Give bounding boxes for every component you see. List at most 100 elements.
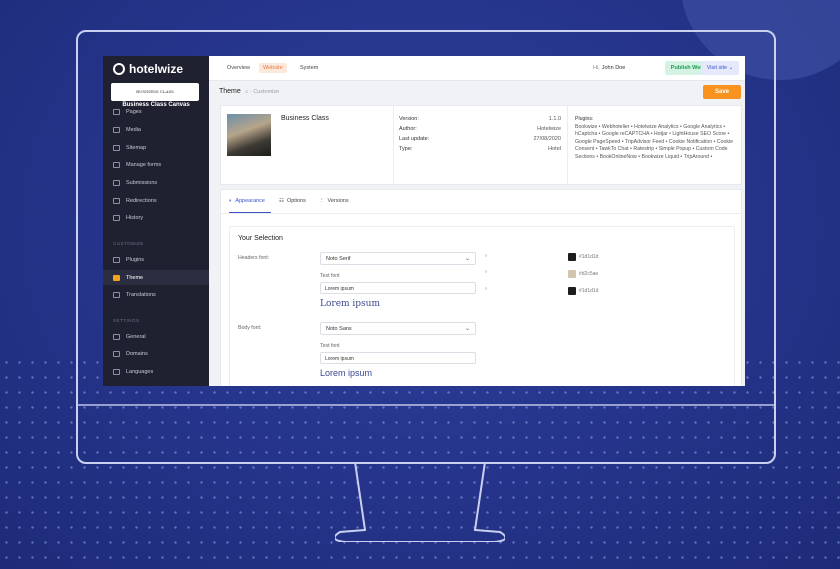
user-name: John Doe	[601, 65, 626, 71]
page-title: Theme	[219, 88, 241, 95]
breadcrumb: ⌂ · Customize	[245, 89, 280, 95]
sidebar-item-label: Manage forms	[126, 162, 162, 168]
body-font-preview: Lorem ipsum	[320, 368, 373, 378]
save-button[interactable]: Save	[703, 85, 741, 99]
sidebar-item-label: History	[126, 215, 144, 221]
logo-text: hotelwize	[129, 62, 184, 76]
divider	[393, 106, 394, 184]
site-thumbnail[interactable]: BUSINESS CLASS	[111, 83, 199, 101]
indicator-dot	[485, 287, 487, 290]
sidebar-item-label: Media	[126, 127, 141, 133]
indicator-dot	[485, 270, 487, 273]
home-icon[interactable]: ⌂	[245, 89, 248, 95]
inbox-icon	[113, 180, 120, 186]
sidebar-item-redirections[interactable]: Redirections	[113, 198, 157, 204]
plugins-label: Plugins:	[575, 116, 594, 122]
your-selection-panel: Your Selection Headers font: Noto Serif ⌄…	[229, 226, 735, 386]
color-hex: #d2c5ae	[579, 271, 599, 277]
indicator-dot	[485, 254, 487, 257]
tab-overview[interactable]: Overview	[223, 63, 254, 73]
app-screen: hotelwize BUSINESS CLASS Business Class …	[103, 56, 745, 386]
tab-website[interactable]: Website	[259, 63, 287, 73]
gear-icon	[113, 334, 120, 340]
color-swatch-3[interactable]: #1d1d1d	[568, 287, 598, 295]
sidebar-item-domains[interactable]: Domains	[113, 351, 148, 357]
site-name: Business Class Canvas	[122, 102, 190, 108]
meta-value: Hotel	[548, 146, 561, 152]
link-icon	[113, 351, 120, 357]
sidebar-item-label: Translations	[126, 292, 156, 298]
palette-icon: ◐	[229, 198, 233, 204]
sidebar-section-customize: CUSTOMIZE	[113, 241, 144, 246]
appearance-card: ◐ Appearance ☷ Options ⋮ Versions Your Sele…	[220, 189, 742, 386]
divider	[567, 106, 568, 184]
color-swatch-1[interactable]: #1d1d1d	[568, 253, 598, 261]
monitor-stand	[335, 462, 505, 542]
sidebar-item-label: Submissions	[126, 180, 158, 186]
pages-icon	[113, 109, 120, 115]
body-font-select[interactable]: Noto Sans ⌄	[320, 322, 476, 335]
globe-icon	[113, 369, 120, 375]
sitemap-icon	[113, 145, 120, 151]
tab-versions[interactable]: ⋮ Versions	[319, 198, 349, 204]
app-logo[interactable]: hotelwize	[113, 62, 183, 76]
chevron-down-icon: ⌄	[464, 256, 470, 262]
tab-label: Options	[286, 198, 306, 204]
select-value: Noto Sans	[326, 326, 352, 332]
sidebar-item-translations[interactable]: Translations	[113, 292, 156, 298]
headers-test-input[interactable]: Lorem ipsum	[320, 282, 476, 294]
theme-thumbnail	[227, 114, 271, 156]
sidebar-item-general[interactable]: General	[113, 334, 146, 340]
sidebar-item-plugins[interactable]: Plugins	[113, 257, 144, 263]
tab-label: Versions	[327, 198, 349, 204]
meta-key: Last update:	[399, 136, 430, 142]
headers-font-preview: Lorem ipsum	[320, 299, 381, 309]
sidebar-item-media[interactable]: Media	[113, 127, 141, 133]
translate-icon	[113, 292, 120, 298]
sidebar-item-manage-forms[interactable]: Manage forms	[113, 162, 161, 168]
theme-icon	[113, 275, 120, 281]
color-swatch-2[interactable]: #d2c5ae	[568, 270, 598, 278]
sidebar-item-history[interactable]: History	[113, 215, 143, 221]
user-menu[interactable]: Hi, John Doe	[593, 65, 625, 71]
meta-key: Version:	[399, 116, 419, 122]
body-test-input[interactable]: Lorem ipsum	[320, 352, 476, 364]
swatch	[568, 287, 576, 295]
tab-label: Appearance	[235, 198, 265, 204]
breadcrumb-item[interactable]: Customize	[253, 89, 279, 95]
sidebar-item-theme[interactable]: Theme	[113, 275, 143, 281]
tab-appearance[interactable]: ◐ Appearance	[229, 198, 265, 204]
sidebar-item-pages[interactable]: Pages	[113, 109, 142, 115]
meta-row-version: Version: 1.1.0	[399, 116, 561, 126]
meta-key: Type:	[399, 146, 413, 152]
meta-value: 1.1.0	[548, 116, 561, 122]
sliders-icon: ☷	[279, 198, 284, 204]
sidebar-item-label: Sitemap	[126, 145, 147, 151]
visit-site-button[interactable]: Visit site ⌄	[701, 61, 739, 75]
section-title: Your Selection	[238, 235, 283, 242]
tab-system[interactable]: System	[296, 63, 322, 73]
sidebar: hotelwize BUSINESS CLASS Business Class …	[103, 56, 209, 386]
sidebar-item-submissions[interactable]: Submissions	[113, 180, 157, 186]
tab-options[interactable]: ☷ Options	[279, 198, 306, 204]
forms-icon	[113, 162, 120, 168]
color-hex: #1d1d1d	[579, 288, 599, 294]
sidebar-item-languages[interactable]: Languages	[113, 369, 153, 375]
theme-name: Business Class	[281, 115, 329, 122]
theme-info-card: Business Class Version: 1.1.0 Author: Hote…	[220, 105, 742, 185]
more-vertical-icon: ⋮	[319, 198, 325, 204]
visit-site-label: Visit site	[706, 65, 728, 71]
sidebar-item-label: Languages	[126, 369, 154, 375]
top-bar: Overview Website System Hi, John Doe Publ…	[209, 56, 745, 81]
sidebar-item-sitemap[interactable]: Sitemap	[113, 145, 146, 151]
plugins-text: Bookwize • Webhotelier • Hotelwize Analy…	[575, 123, 733, 160]
chevron-down-icon: ⌄	[728, 65, 734, 71]
headers-font-select[interactable]: Noto Serif ⌄	[320, 252, 476, 265]
plugins-list: Plugins: Bookwize • Webhotelier • Hotelw…	[575, 116, 735, 162]
meta-row-type: Type: Hotel	[399, 146, 561, 156]
monitor-chin-line	[78, 404, 774, 406]
headers-font-label: Headers font:	[238, 255, 270, 261]
body-font-label: Body font:	[238, 325, 262, 331]
meta-value: Hotelwize	[537, 126, 561, 132]
history-icon	[113, 215, 120, 221]
